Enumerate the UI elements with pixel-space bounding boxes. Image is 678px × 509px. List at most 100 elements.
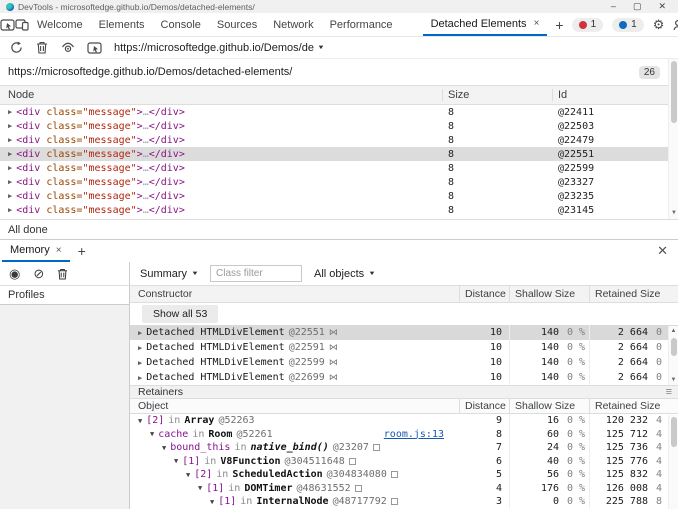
- maximize-button[interactable]: ▢: [633, 1, 642, 12]
- clear-profiles-icon[interactable]: ⊘: [33, 267, 44, 280]
- node-scrollbar[interactable]: ▼: [668, 59, 678, 219]
- node-row[interactable]: ▶<div class="message">…</div>8@23327: [0, 175, 668, 189]
- error-badge[interactable]: 1: [572, 18, 604, 32]
- accounts-icon[interactable]: [673, 19, 678, 31]
- collapse-caret-icon[interactable]: ▼: [210, 498, 214, 506]
- tab-sources[interactable]: Sources: [209, 13, 265, 36]
- column-constructor[interactable]: Constructor: [130, 286, 460, 302]
- screencast-icon[interactable]: [84, 42, 104, 54]
- record-heap-icon[interactable]: ◉: [9, 267, 20, 280]
- retainer-row[interactable]: ▼[2]inScheduledAction@3048340805560 %125…: [130, 468, 678, 482]
- retainer-row[interactable]: ▼bound_thisinnative_bind()@232077240 %12…: [130, 441, 678, 455]
- column-size[interactable]: Size: [443, 89, 553, 101]
- column-id[interactable]: Id: [553, 89, 668, 101]
- scrollbar-down-arrow[interactable]: ▼: [669, 210, 678, 216]
- inspect-icon[interactable]: [0, 13, 15, 36]
- objects-scope-dropdown[interactable]: All objects ▼: [314, 268, 375, 280]
- scrollbar-down-arrow[interactable]: ▼: [669, 377, 678, 383]
- target-url-dropdown[interactable]: https://microsoftedge.github.io/Demos/de…: [114, 42, 324, 54]
- issue-badge[interactable]: 1: [612, 18, 644, 32]
- expand-caret-icon[interactable]: ▶: [8, 164, 12, 172]
- column-retained-size[interactable]: Retained Size: [590, 286, 678, 302]
- collapse-caret-icon[interactable]: ▼: [150, 430, 154, 438]
- scrollbar-thumb[interactable]: [671, 417, 677, 447]
- drawer-new-tab-button[interactable]: +: [70, 240, 94, 262]
- expand-caret-icon[interactable]: ▶: [138, 374, 142, 382]
- tab-network[interactable]: Network: [265, 13, 321, 36]
- scrollbar-up-arrow[interactable]: ▲: [669, 328, 678, 334]
- column-shallow-size[interactable]: Shallow Size: [510, 399, 590, 413]
- constructor-row[interactable]: ▶Detached HTMLDivElement@22599⋈101400 %2…: [130, 355, 678, 370]
- delete-profile-trash-icon[interactable]: [57, 268, 68, 280]
- retainer-row[interactable]: ▼[2]inArray@522639160 %120 2324 %: [130, 414, 678, 428]
- object-preview-icon[interactable]: [355, 485, 362, 492]
- column-object[interactable]: Object: [130, 399, 460, 413]
- show-all-button[interactable]: Show all 53: [142, 305, 218, 323]
- new-tab-button[interactable]: +: [547, 13, 571, 36]
- devtools-window: DevTools - microsoftedge.github.io/Demos…: [0, 0, 678, 509]
- object-preview-icon[interactable]: [349, 458, 356, 465]
- node-row[interactable]: ▶<div class="message">…</div>8@23145: [0, 203, 668, 217]
- expand-caret-icon[interactable]: ▶: [8, 122, 12, 130]
- retainer-row[interactable]: ▼[1]inDOMTimer@4863155241760 %126 0084 %: [130, 482, 678, 496]
- node-row[interactable]: ▶<div class="message">…</div>8@23235: [0, 189, 668, 203]
- expand-caret-icon[interactable]: ▶: [8, 108, 12, 116]
- class-filter-input[interactable]: [210, 265, 302, 282]
- expand-caret-icon[interactable]: ▶: [8, 150, 12, 158]
- node-row[interactable]: ▶<div class="message">…</div>8@22599: [0, 161, 668, 175]
- expand-caret-icon[interactable]: ▶: [138, 344, 142, 352]
- constructor-scrollbar[interactable]: ▲ ▼: [668, 326, 678, 385]
- expand-caret-icon[interactable]: ▶: [8, 206, 12, 214]
- source-link[interactable]: room.js:13: [384, 429, 460, 440]
- minimize-button[interactable]: –: [611, 1, 616, 12]
- object-preview-icon[interactable]: [373, 444, 380, 451]
- column-node[interactable]: Node: [0, 89, 443, 101]
- expand-caret-icon[interactable]: ▶: [8, 192, 12, 200]
- refresh-icon[interactable]: [6, 41, 26, 54]
- node-row[interactable]: ▶<div class="message">…</div>8@22479: [0, 133, 668, 147]
- constructor-row[interactable]: ▶Detached HTMLDivElement@22551⋈101400 %2…: [130, 325, 678, 340]
- expand-caret-icon[interactable]: ▶: [8, 178, 12, 186]
- collapse-caret-icon[interactable]: ▼: [198, 484, 202, 492]
- tab-close-icon[interactable]: ×: [534, 18, 540, 29]
- drawer-close-icon[interactable]: ✕: [657, 240, 678, 262]
- scrollbar-thumb[interactable]: [671, 338, 677, 356]
- trash-icon[interactable]: [32, 41, 52, 54]
- perspective-dropdown[interactable]: Summary ▼: [140, 268, 198, 280]
- analyze-eye-icon[interactable]: [58, 42, 78, 53]
- collapse-caret-icon[interactable]: ▼: [162, 444, 166, 452]
- tab-welcome[interactable]: Welcome: [29, 13, 91, 36]
- close-button[interactable]: ✕: [658, 1, 666, 12]
- tab-performance[interactable]: Performance: [322, 13, 401, 36]
- collapse-caret-icon[interactable]: ▼: [186, 471, 190, 479]
- retainer-row[interactable]: ▼[1]inInternalNode@48717792300 %225 7888…: [130, 495, 678, 509]
- object-preview-icon[interactable]: [391, 498, 398, 505]
- retainers-scrollbar[interactable]: [668, 415, 678, 509]
- collapse-caret-icon[interactable]: ▼: [174, 457, 178, 465]
- column-distance[interactable]: Distance: [460, 399, 510, 413]
- constructor-row[interactable]: ▶Detached HTMLDivElement@22591⋈101400 %2…: [130, 340, 678, 355]
- column-distance[interactable]: Distance: [460, 286, 510, 302]
- retainer-row[interactable]: ▼cacheinRoom@52261room.js:138600 %125 71…: [130, 428, 678, 442]
- object-preview-icon[interactable]: [391, 471, 398, 478]
- tab-memory-close-icon[interactable]: ×: [56, 245, 62, 256]
- collapse-caret-icon[interactable]: ▼: [138, 417, 142, 425]
- constructor-row[interactable]: ▶Detached HTMLDivElement@22699⋈101400 %2…: [130, 370, 678, 385]
- tab-elements[interactable]: Elements: [91, 13, 153, 36]
- tab-memory[interactable]: Memory ×: [2, 240, 70, 262]
- node-row[interactable]: ▶<div class="message">…</div>8@22551: [0, 147, 668, 161]
- column-retained-size[interactable]: Retained Size: [590, 399, 678, 413]
- settings-gear-icon[interactable]: ⚙: [653, 18, 665, 31]
- column-shallow-size[interactable]: Shallow Size: [510, 286, 590, 302]
- expand-caret-icon[interactable]: ▶: [138, 359, 142, 367]
- retainers-menu-icon[interactable]: ≡: [666, 386, 672, 398]
- scrollbar-thumb[interactable]: [671, 61, 677, 123]
- device-emulation-icon[interactable]: [15, 13, 29, 36]
- node-row[interactable]: ▶<div class="message">…</div>8@22411: [0, 105, 668, 119]
- tab-console[interactable]: Console: [153, 13, 209, 36]
- expand-caret-icon[interactable]: ▶: [138, 329, 142, 337]
- tab-detached-elements[interactable]: Detached Elements ×: [423, 13, 548, 36]
- expand-caret-icon[interactable]: ▶: [8, 136, 12, 144]
- retainer-row[interactable]: ▼[1]inV8Function@3045116486400 %125 7764…: [130, 455, 678, 469]
- node-row[interactable]: ▶<div class="message">…</div>8@22503: [0, 119, 668, 133]
